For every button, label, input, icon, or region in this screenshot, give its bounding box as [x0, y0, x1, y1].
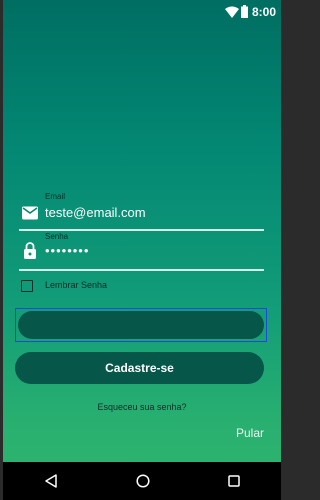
forgot-password-link[interactable]: Esqueceu sua senha? [3, 402, 281, 412]
login-button[interactable] [15, 308, 267, 342]
remember-password[interactable]: Lembrar Senha [21, 279, 221, 295]
remember-label: Lembrar Senha [45, 280, 108, 290]
email-field[interactable]: Email teste@email.com [3, 190, 281, 232]
back-icon[interactable] [45, 474, 57, 488]
email-input[interactable]: teste@email.com [45, 205, 146, 220]
home-icon[interactable] [136, 474, 150, 488]
signup-button[interactable]: Cadastre-se [15, 352, 264, 384]
password-underline [19, 269, 264, 271]
email-icon [22, 206, 38, 220]
navigation-bar [3, 462, 281, 500]
status-bar: 8:00 [3, 0, 281, 24]
device-frame: 8:00 Email teste@email.com Senha •••••••… [0, 0, 284, 500]
login-screen: 8:00 Email teste@email.com Senha •••••••… [3, 0, 281, 500]
bezel-right [281, 0, 284, 500]
remember-checkbox[interactable] [21, 280, 33, 292]
email-label: Email [45, 192, 66, 201]
login-button-fill[interactable] [18, 311, 264, 339]
recents-icon[interactable] [228, 475, 240, 487]
skip-link[interactable]: Pular [236, 426, 264, 440]
lock-icon [24, 242, 36, 259]
password-label: Senha [45, 232, 69, 241]
wifi-icon [225, 6, 239, 18]
battery-icon [241, 5, 248, 18]
status-time: 8:00 [251, 5, 276, 19]
password-input[interactable]: •••••••• [45, 243, 89, 258]
password-field[interactable]: Senha •••••••• [3, 230, 281, 272]
